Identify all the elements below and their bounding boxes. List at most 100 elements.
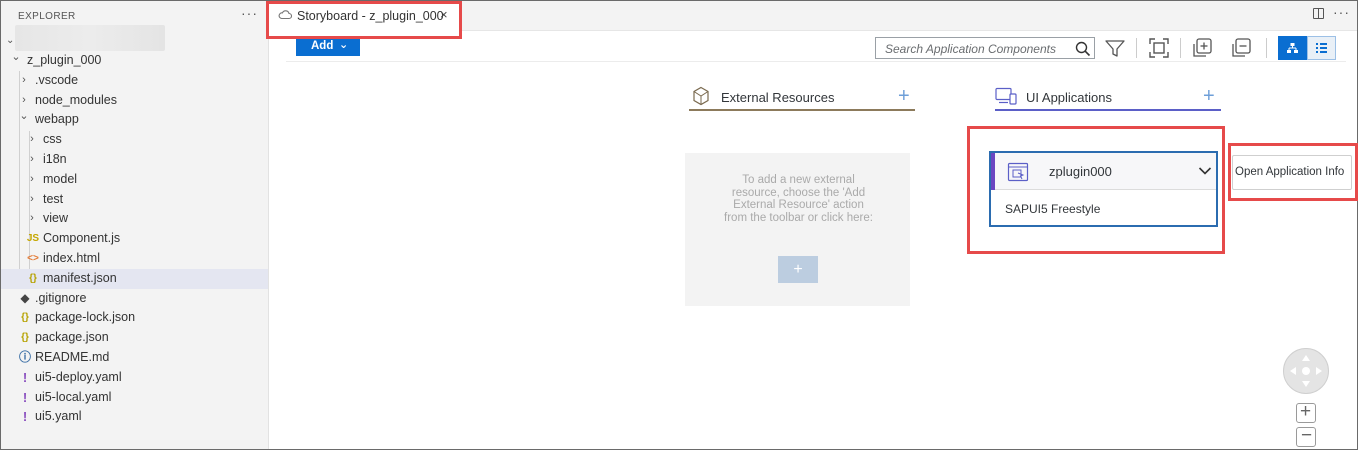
graph-view-button[interactable] — [1278, 36, 1307, 60]
tree-item[interactable]: › i18n — [1, 150, 268, 170]
chevron-down-icon[interactable]: ⌄ — [11, 48, 21, 68]
tree-item[interactable]: ! ui5-deploy.yaml — [1, 368, 268, 388]
tree-item[interactable]: ⓘ README.md — [1, 348, 268, 368]
chevron-right-icon[interactable]: › — [27, 190, 37, 210]
tree-item-label: package-lock.json — [35, 310, 136, 325]
app-card-header[interactable]: zplugin000 — [995, 153, 1216, 190]
ui-applications-underline — [995, 109, 1221, 111]
plus-icon: + — [1300, 401, 1312, 422]
yaml-file-icon: ! — [22, 369, 28, 385]
explorer-title: EXPLORER — [18, 11, 76, 22]
yaml-file-icon: ! — [22, 389, 28, 405]
chevron-right-icon[interactable]: › — [27, 130, 37, 150]
tree-item-label: .vscode — [35, 72, 79, 87]
open-application-info-button[interactable]: Open Application Info — [1232, 155, 1352, 190]
tree-item-label: i18n — [43, 151, 67, 166]
search-input[interactable]: Search Application Components — [875, 37, 1095, 59]
minus-icon: − — [1301, 425, 1313, 446]
tree-item-label: webapp — [35, 112, 79, 127]
add-external-resource-button[interactable]: + — [778, 256, 818, 283]
ui-application-card[interactable]: zplugin000 SAPUI5 Freestyle — [989, 151, 1218, 227]
add-button[interactable]: Add ⌄ — [296, 37, 360, 56]
pan-arrows-icon — [1290, 355, 1322, 387]
tree-item-label: ui5-local.yaml — [35, 389, 112, 404]
editor-tab-bar: Storyboard - z_plugin_000 × ··· — [270, 1, 1357, 32]
fit-to-screen-icon[interactable] — [1147, 36, 1171, 60]
application-icon — [1007, 162, 1029, 182]
external-resources-underline — [689, 109, 915, 111]
add-ui-application-icon[interactable]: + — [1203, 86, 1215, 106]
external-resources-title: External Resources — [721, 90, 835, 105]
tree-item-label: README.md — [35, 349, 110, 364]
expand-all-icon[interactable] — [1190, 36, 1214, 60]
list-icon — [1316, 43, 1327, 53]
toolbar-separator — [1266, 38, 1267, 58]
zoom-out-button[interactable]: − — [1296, 425, 1316, 447]
root-chevron-down-icon[interactable]: ⌄ — [6, 35, 14, 46]
chevron-down-icon: ⌄ — [339, 39, 349, 51]
tree-item-label: css — [43, 132, 62, 147]
filter-icon[interactable] — [1103, 36, 1127, 60]
tab-storyboard[interactable]: Storyboard - z_plugin_000 × — [270, 1, 460, 32]
external-resources-empty-card: To add a new external resource, choose t… — [685, 153, 910, 306]
tree-item-label: test — [43, 191, 64, 206]
tree-item-label: index.html — [43, 250, 100, 265]
editor-more-icon[interactable]: ··· — [1333, 4, 1350, 20]
html-file-icon: <> — [27, 252, 39, 264]
cube-icon — [693, 86, 709, 106]
chevron-right-icon[interactable]: › — [27, 209, 37, 229]
search-icon[interactable] — [1074, 40, 1092, 58]
close-icon[interactable]: × — [440, 7, 448, 22]
js-file-icon: JS — [26, 233, 40, 245]
toolbar-divider — [286, 61, 1346, 62]
tree-item[interactable]: ! ui5-local.yaml — [1, 388, 268, 408]
tree-item[interactable]: › node_modules — [1, 91, 268, 111]
blurred-workspace-name — [15, 25, 165, 51]
tree-item[interactable]: › model — [1, 170, 268, 190]
explorer-more-icon[interactable]: ··· — [241, 5, 258, 21]
tree-item-label: z_plugin_000 — [27, 53, 102, 67]
cloud-icon — [278, 9, 293, 23]
chevron-right-icon[interactable]: › — [19, 71, 29, 91]
chevron-down-icon[interactable]: ⌄ — [19, 107, 29, 127]
json-file-icon: {} — [21, 312, 29, 324]
tree-item[interactable]: ⌄ z_plugin_000 — [1, 51, 268, 71]
tree-item[interactable]: ! ui5.yaml — [1, 407, 268, 427]
tree-item-label: .gitignore — [35, 290, 87, 305]
split-editor-icon[interactable] — [1313, 8, 1324, 19]
tab-label: Storyboard - z_plugin_000 — [297, 9, 444, 23]
pan-control[interactable] — [1283, 348, 1329, 394]
ui-applications-title: UI Applications — [1026, 90, 1112, 105]
tree-item-label: node_modules — [35, 92, 118, 107]
tree-item[interactable]: {} package.json — [1, 328, 268, 348]
json-file-icon: {} — [29, 272, 37, 284]
tree-item[interactable]: › .vscode — [1, 71, 268, 91]
json-file-icon: {} — [21, 332, 29, 344]
tree-item[interactable]: › view — [1, 209, 268, 229]
tree-item[interactable]: ⌄ webapp — [1, 110, 268, 130]
external-resources-empty-text: To add a new external resource, choose t… — [724, 174, 873, 224]
tree-item[interactable]: › css — [1, 130, 268, 150]
zoom-in-button[interactable]: + — [1296, 401, 1316, 423]
toolbar-separator — [1180, 38, 1181, 58]
tree-item[interactable]: › test — [1, 190, 268, 210]
collapse-all-icon[interactable] — [1229, 36, 1253, 60]
tree-item[interactable]: <> index.html — [1, 249, 268, 269]
tree-item[interactable]: {} package-lock.json — [1, 308, 268, 328]
tree-item[interactable]: ◆ .gitignore — [1, 289, 268, 309]
chevron-right-icon[interactable]: › — [27, 150, 37, 170]
tree-item-label: manifest.json — [43, 270, 117, 285]
tree-item[interactable]: {} manifest.json — [1, 268, 268, 289]
yaml-file-icon: ! — [22, 409, 28, 425]
tree-item-label: ui5.yaml — [35, 409, 82, 424]
file-tree: ⌄ z_plugin_000 › .vscode › node_modules ⌄ webap… — [1, 51, 268, 427]
open-application-info-label: Open Application Info — [1235, 166, 1345, 178]
chevron-down-icon[interactable] — [1198, 166, 1212, 176]
tree-item-label: model — [43, 171, 78, 186]
add-external-resource-icon[interactable]: + — [898, 86, 910, 106]
add-button-label: Add — [311, 40, 334, 52]
git-file-icon: ◆ — [20, 290, 30, 305]
tree-item[interactable]: JS Component.js — [1, 229, 268, 249]
chevron-right-icon[interactable]: › — [27, 170, 37, 190]
list-view-button[interactable] — [1307, 36, 1336, 60]
